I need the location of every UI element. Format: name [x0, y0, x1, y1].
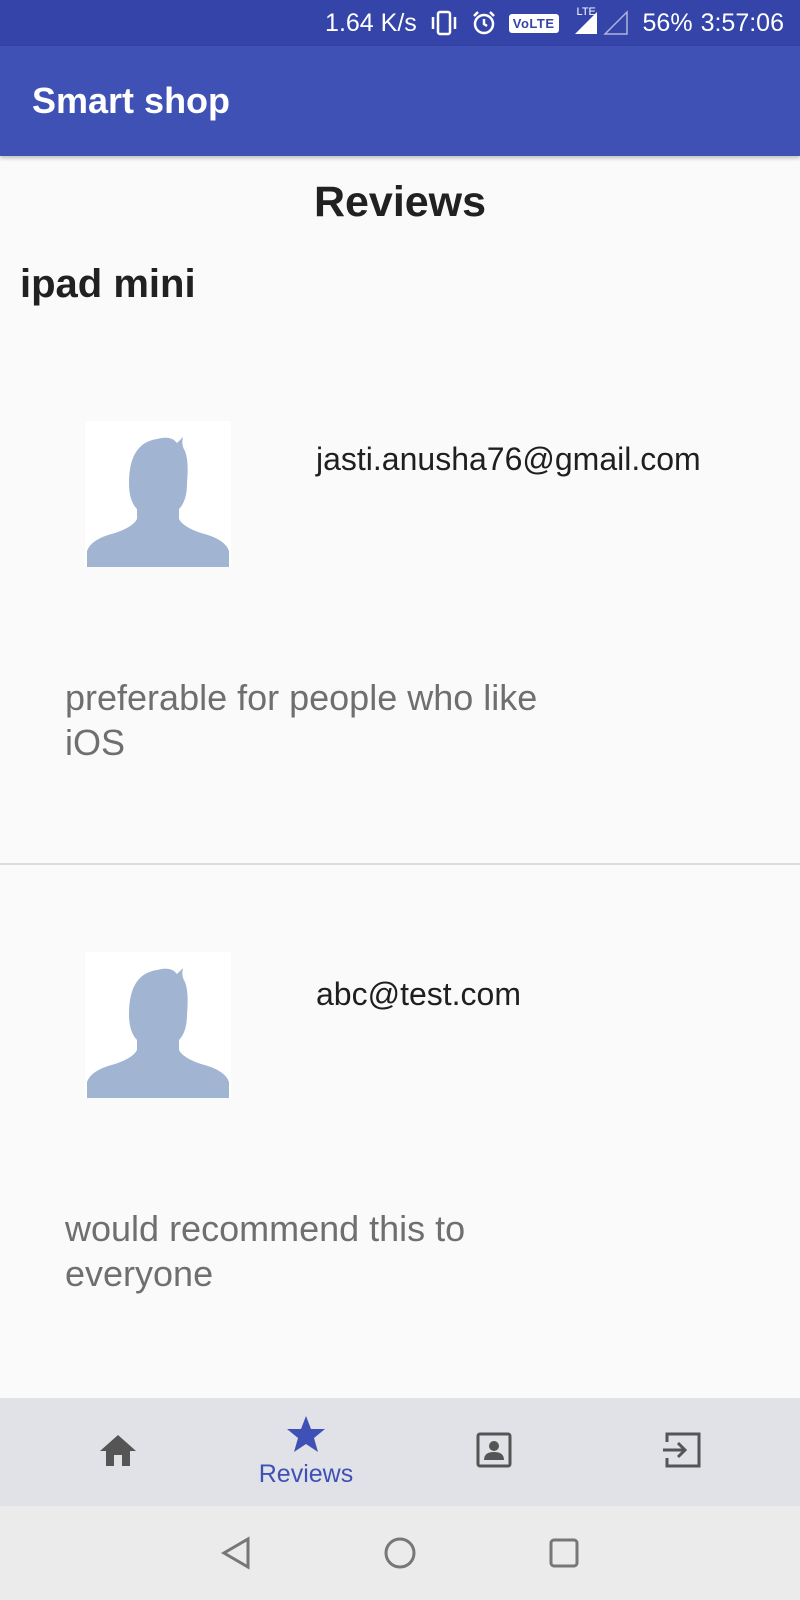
bottom-navigation: Reviews: [0, 1398, 800, 1506]
clock: 3:57:06: [700, 8, 784, 37]
battery-level: 56%: [642, 8, 693, 37]
review-text: would recommend this to everyone: [65, 1208, 466, 1294]
page-title: Reviews: [313, 178, 487, 226]
volte-badge: VoLTE: [508, 13, 559, 33]
star-icon: [286, 1415, 326, 1458]
nav-item-reviews[interactable]: Reviews: [206, 1398, 406, 1506]
status-bar: 1.64 K/s VoLTE LTE 56% 3:57:06: [0, 0, 800, 46]
nav-label-reviews: Reviews: [258, 1460, 354, 1488]
nav-item-home[interactable]: [18, 1398, 218, 1506]
app-bar: Smart shop: [0, 46, 800, 156]
review-card: jasti.anusha76@gmail.com preferable for …: [0, 335, 800, 865]
reviewer-email: abc@test.com: [316, 976, 521, 1012]
vibrate-icon: [429, 10, 459, 36]
lte-label: LTE: [576, 6, 596, 18]
back-icon[interactable]: [196, 1506, 276, 1600]
system-navigation-bar: [0, 1506, 800, 1600]
app-title: Smart shop: [32, 80, 231, 121]
account-box-icon: [476, 1432, 512, 1473]
network-speed: 1.64 K/s: [325, 8, 417, 37]
nav-item-account[interactable]: [394, 1398, 594, 1506]
nav-item-logout[interactable]: [582, 1398, 782, 1506]
alarm-icon: [471, 10, 497, 36]
person-placeholder-icon: [85, 421, 231, 567]
recents-icon[interactable]: [524, 1506, 604, 1600]
product-name: ipad mini: [20, 262, 196, 306]
review-text: preferable for people who like iOS: [65, 677, 538, 763]
person-placeholder-icon: [85, 952, 231, 1098]
exit-icon: [663, 1432, 701, 1473]
review-card: abc@test.com would recommend this to eve…: [0, 867, 800, 1397]
home-icon: [98, 1432, 138, 1473]
signal-icon: LTE: [571, 6, 631, 36]
home-circle-icon[interactable]: [360, 1506, 440, 1600]
reviewer-email: jasti.anusha76@gmail.com: [316, 441, 701, 477]
